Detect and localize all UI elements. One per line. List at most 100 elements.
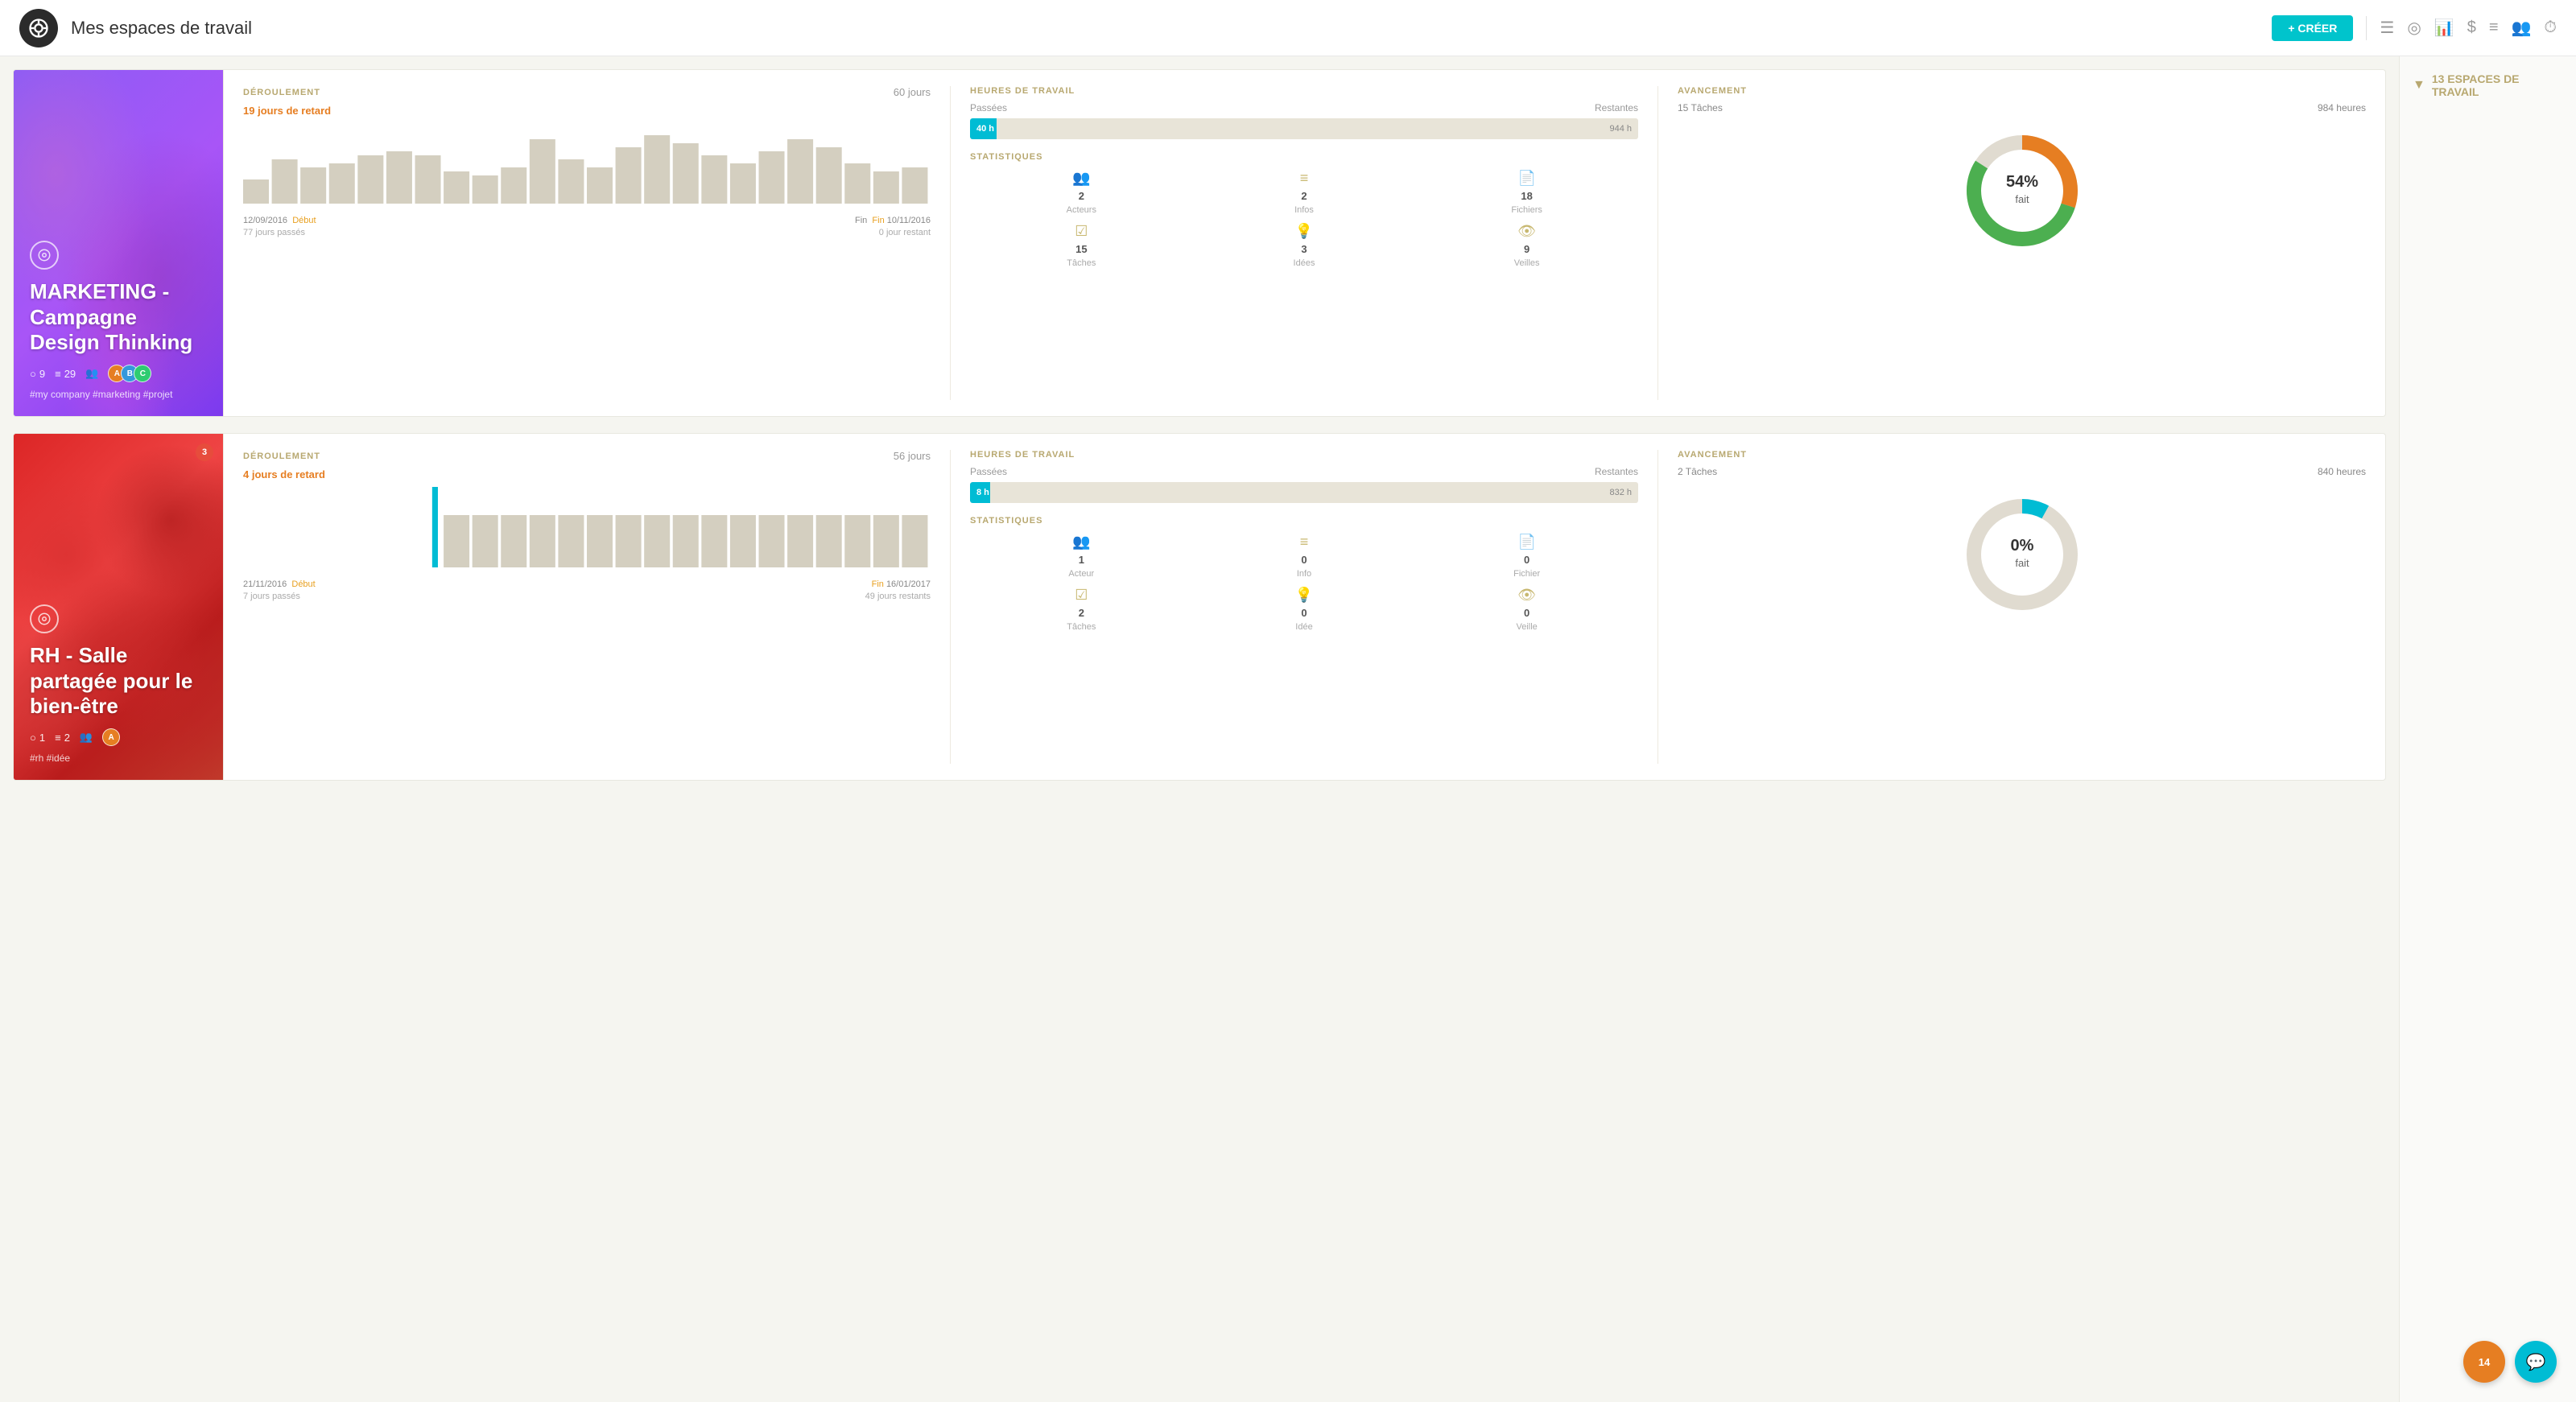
stat-acteurs: 👥 2 Acteurs (970, 170, 1193, 215)
circle-icon: ○ (30, 732, 36, 744)
chat-button[interactable]: 💬 (2515, 1341, 2557, 1383)
stat-veilles: 👁 9 Veilles (1415, 223, 1638, 268)
create-button[interactable]: + CRÉER (2272, 15, 2353, 41)
acteurs-icon: 👥 (1072, 534, 1090, 550)
section-deroulement: DÉROULEMENT 56 jours 4 jours de retard (243, 450, 951, 764)
donut-chart: 54% fait (1678, 126, 2366, 255)
heures-labels: Passées Restantes (970, 102, 1638, 113)
workspace-badge: 3 (196, 443, 213, 461)
dollar-icon[interactable]: $ (2467, 19, 2476, 37)
acteurs-value: 2 (1079, 190, 1084, 202)
infos-name: Info (1297, 569, 1311, 579)
workspace-thumbnail[interactable]: 3 RH - Salle partagée pour le bien-être … (14, 434, 223, 780)
taches-name: Tâches (1067, 622, 1096, 632)
avancement-label: AVANCEMENT (1678, 86, 1747, 96)
retard-label: 19 jours de retard (243, 105, 931, 117)
svg-text:fait: fait (2015, 557, 2029, 569)
workspace-meta: ○ 9 ≡ 29 👥 A B C (30, 365, 207, 382)
fichiers-name: Fichier (1513, 569, 1540, 579)
notifications-button[interactable]: 14 (2463, 1341, 2505, 1383)
retard-number: 4 (243, 468, 249, 480)
deroulement-label: DÉROULEMENT (243, 452, 320, 461)
stats-grid: 👥 1 Acteur ≡ 0 Info 📄 0 Fichier (970, 534, 1638, 632)
heures-label: HEURES DE TRAVAIL (970, 450, 1075, 460)
workspace-title: RH - Salle partagée pour le bien-être (30, 643, 207, 719)
chevron-left-icon[interactable]: ❮ (13, 596, 14, 617)
workspace-icon (30, 241, 59, 270)
chat-icon: 💬 (2526, 1352, 2546, 1372)
list-icon[interactable]: ≡ (2489, 19, 2499, 37)
veilles-value: 9 (1524, 243, 1530, 255)
stat-fichiers: 📄 18 Fichiers (1415, 170, 1638, 215)
stats-label: STATISTIQUES (970, 152, 1638, 162)
taches-name: Tâches (1067, 258, 1096, 268)
veilles-value: 0 (1524, 607, 1530, 619)
donut-svg: 0% fait (1958, 490, 2087, 619)
target-icon[interactable]: ◎ (2407, 18, 2421, 38)
avatar-group: A (102, 728, 120, 746)
page-title: Mes espaces de travail (71, 18, 2272, 39)
workspace-list: ❮ MARKETING - Campagne Design Thinking (0, 56, 2399, 1402)
filter-label[interactable]: ▼ 13 ESPACES DE TRAVAIL (2413, 72, 2563, 98)
circle-count: ○ 9 (30, 368, 45, 380)
days-info: 7 jours passés 49 jours restants (243, 592, 931, 601)
donut-svg: 54% fait (1958, 126, 2087, 255)
avatar: A (102, 728, 120, 746)
heures-header: HEURES DE TRAVAIL (970, 450, 1638, 460)
stats-grid: 👥 2 Acteurs ≡ 2 Infos 📄 18 Fichier (970, 170, 1638, 268)
idees-name: Idée (1295, 622, 1312, 632)
acteurs-value: 1 (1079, 554, 1084, 566)
avatar-group: A B C (108, 365, 151, 382)
stat-taches: ☑ 15 Tâches (970, 223, 1193, 268)
veilles-name: Veille (1517, 622, 1538, 632)
heures-fill: 40 h (970, 118, 997, 139)
app-logo[interactable] (19, 9, 58, 47)
avancement-header: AVANCEMENT (1678, 86, 2366, 96)
taches-value: 15 (1075, 243, 1087, 255)
svg-text:fait: fait (2015, 193, 2029, 205)
svg-text:0%: 0% (2010, 537, 2033, 555)
workspace-card: ❮ MARKETING - Campagne Design Thinking (13, 69, 2386, 417)
heures-restantes: 944 h (1609, 124, 1632, 134)
chart-svg (243, 487, 931, 567)
menu-icon[interactable]: ☰ (2380, 18, 2394, 38)
chevron-left-icon[interactable]: ❮ (13, 233, 14, 254)
chart-icon[interactable]: 📊 (2434, 18, 2454, 38)
workspace-icon (30, 604, 59, 633)
main-layout: ❮ MARKETING - Campagne Design Thinking (0, 56, 2576, 1402)
avatar: C (134, 365, 151, 382)
veilles-icon: 👁 (1517, 587, 1536, 604)
date-row: 21/11/2016 Début Fin 16/01/2017 (243, 579, 931, 589)
svg-text:54%: 54% (2005, 173, 2037, 191)
users-icon[interactable]: 👥 (2511, 18, 2531, 38)
workspace-meta: ○ 1 ≡ 2 👥 A (30, 728, 207, 746)
idees-value: 3 (1301, 243, 1307, 255)
notification-count: 14 (2479, 1356, 2490, 1368)
stat-infos: ≡ 2 Infos (1193, 170, 1416, 215)
fichiers-icon: 📄 (1517, 170, 1535, 187)
stat-idees: 💡 3 Idées (1193, 223, 1416, 268)
taches-value: 2 (1079, 607, 1084, 619)
workspace-title: MARKETING - Campagne Design Thinking (30, 279, 207, 355)
list-count: ≡ 2 (55, 732, 70, 744)
infos-icon: ≡ (1300, 534, 1309, 550)
deroulement-header: DÉROULEMENT 60 jours (243, 86, 931, 98)
filter-icon: ▼ (2413, 78, 2425, 93)
veilles-name: Veilles (1514, 258, 1540, 268)
workspace-thumbnail[interactable]: MARKETING - Campagne Design Thinking ○ 9… (14, 70, 223, 416)
date-row: 12/09/2016 Début Fin Fin Fin 10/11/2016 (243, 216, 931, 225)
clock-icon[interactable]: ⏱ (2544, 19, 2557, 37)
header-separator (2366, 16, 2367, 40)
stat-taches: ☑ 2 Tâches (970, 587, 1193, 632)
heures-fill: 8 h (970, 482, 990, 503)
infos-icon: ≡ (1300, 170, 1309, 187)
section-heures: HEURES DE TRAVAIL Passées Restantes 8 h … (951, 450, 1658, 764)
stat-veilles: 👁 0 Veille (1415, 587, 1638, 632)
heures-bar: 40 h 944 h (970, 118, 1638, 139)
thumbnail-content: MARKETING - Campagne Design Thinking ○ 9… (30, 241, 207, 400)
acteurs-icon: 👥 (1072, 170, 1090, 187)
list-icon-small: ≡ (55, 732, 61, 744)
heures-labels: Passées Restantes (970, 466, 1638, 477)
section-heures: HEURES DE TRAVAIL Passées Restantes 40 h… (951, 86, 1658, 400)
infos-value: 2 (1301, 190, 1307, 202)
